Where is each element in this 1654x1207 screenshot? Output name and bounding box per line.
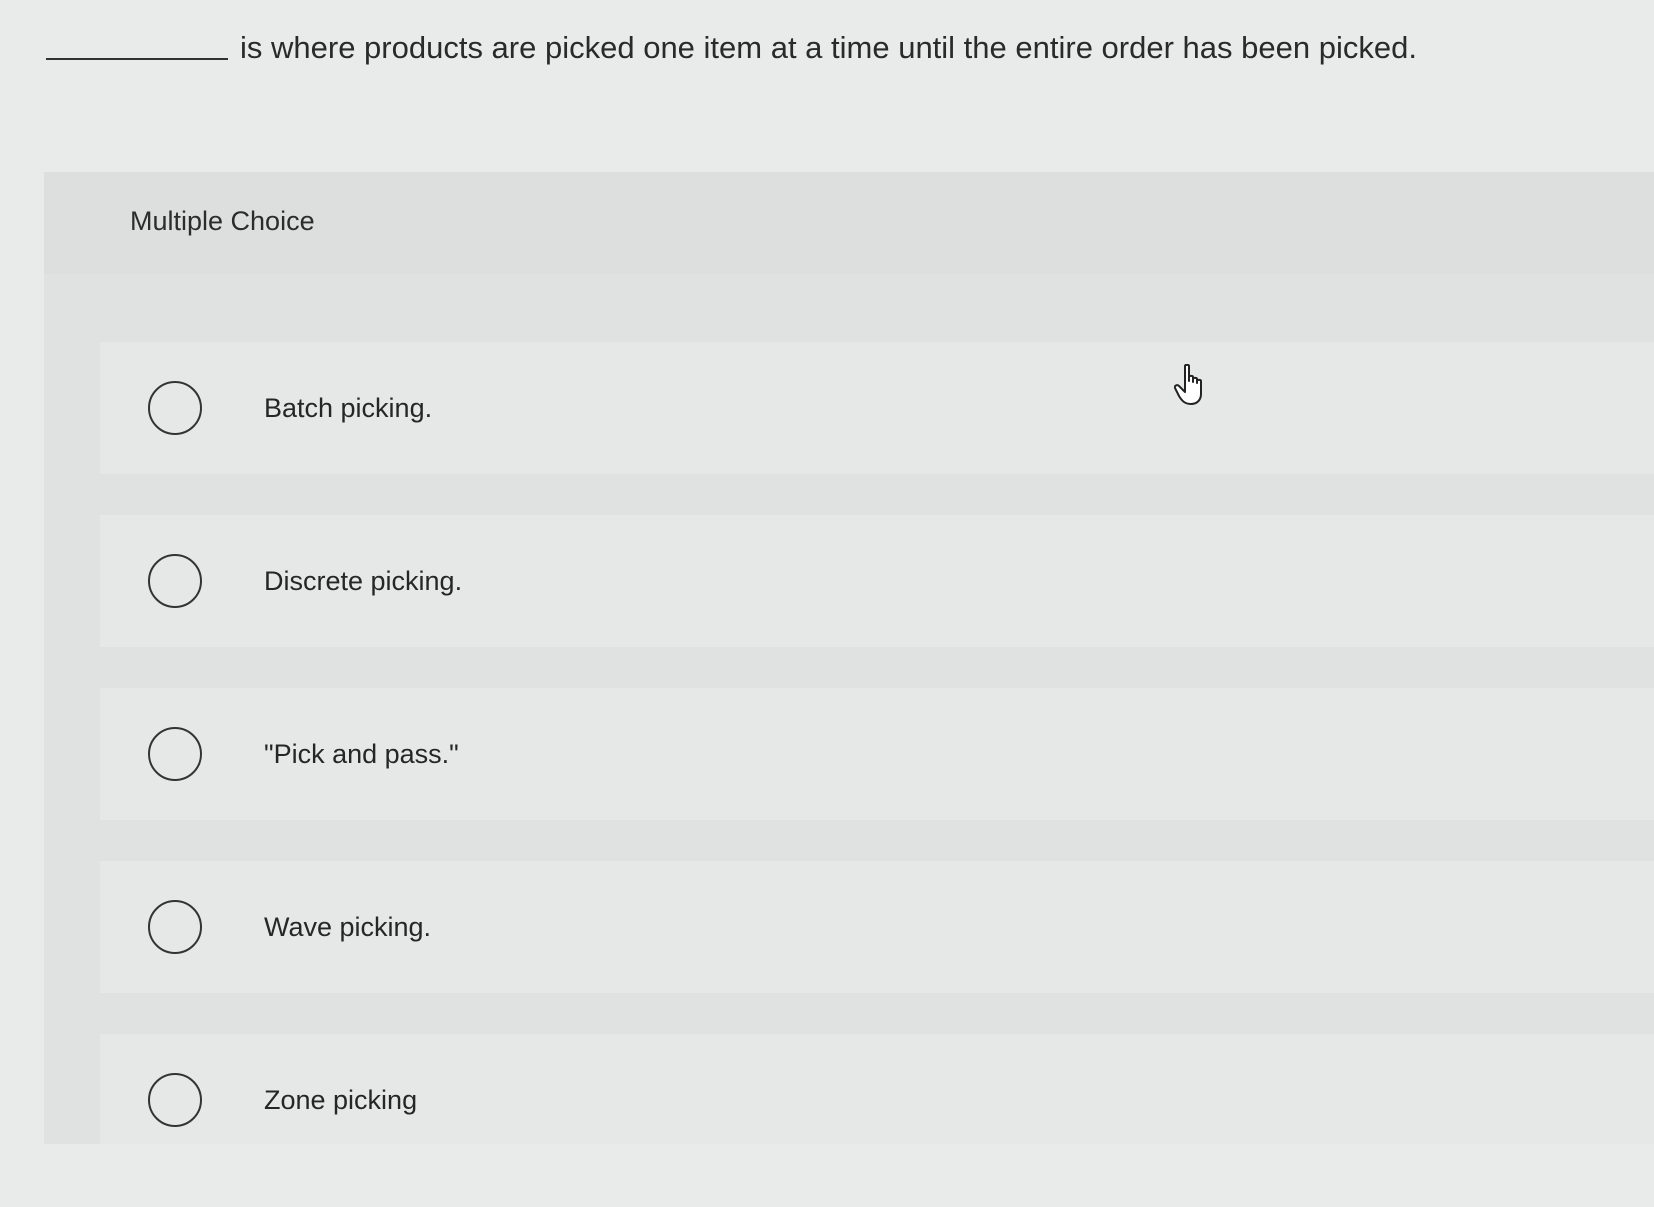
option-label: "Pick and pass." xyxy=(264,738,459,769)
panel-header: Multiple Choice xyxy=(44,172,1654,274)
radio-unchecked-icon[interactable] xyxy=(148,554,202,608)
section-title: Multiple Choice xyxy=(130,206,315,236)
radio-unchecked-icon[interactable] xyxy=(148,900,202,954)
option-discrete-picking[interactable]: Discrete picking. xyxy=(100,515,1654,647)
question-prompt: is where products are picked one item at… xyxy=(46,22,1606,70)
option-pick-and-pass[interactable]: "Pick and pass." xyxy=(100,688,1654,820)
option-batch-picking[interactable]: Batch picking. xyxy=(100,342,1654,474)
option-label: Discrete picking. xyxy=(264,565,463,596)
option-zone-picking[interactable]: Zone picking xyxy=(100,1034,1654,1144)
answer-blank xyxy=(46,22,228,60)
multiple-choice-panel: Multiple Choice Batch picking. Discrete … xyxy=(44,172,1654,1144)
question-text: is where products are picked one item at… xyxy=(240,30,1417,65)
page-bottom-margin xyxy=(0,1144,1654,1207)
option-wave-picking[interactable]: Wave picking. xyxy=(100,861,1654,993)
option-label: Zone picking xyxy=(264,1084,418,1115)
radio-unchecked-icon[interactable] xyxy=(148,1073,202,1127)
option-label: Batch picking. xyxy=(264,392,433,423)
radio-unchecked-icon[interactable] xyxy=(148,727,202,781)
radio-unchecked-icon[interactable] xyxy=(148,381,202,435)
option-label: Wave picking. xyxy=(264,911,432,942)
hand-pointer-icon xyxy=(1174,364,1202,405)
